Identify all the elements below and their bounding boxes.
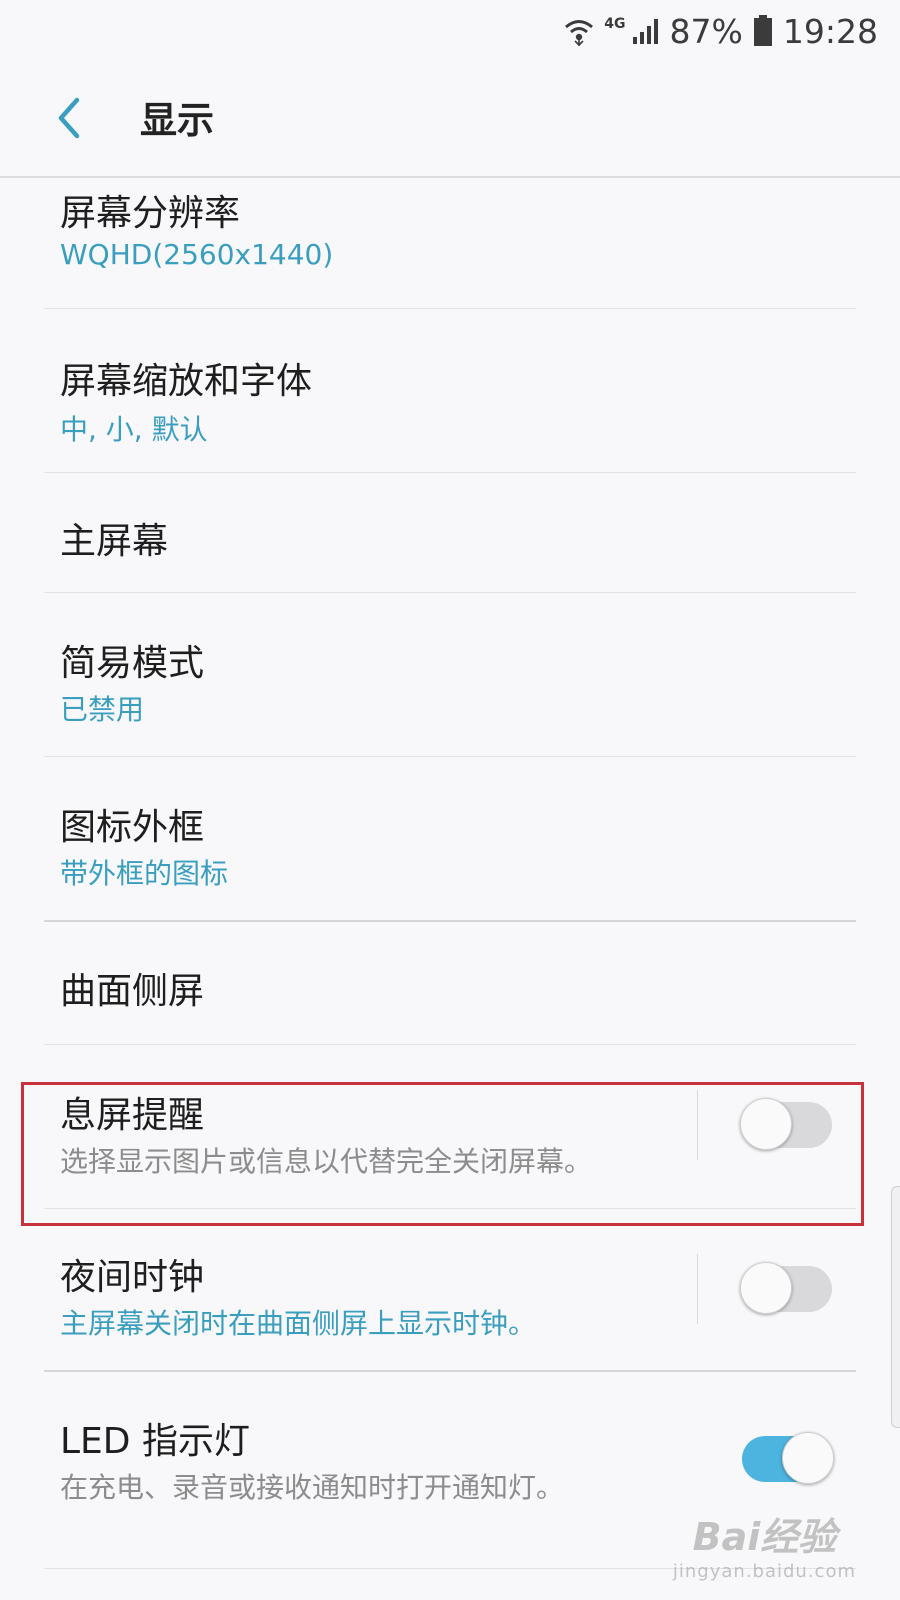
setting-icon-frames[interactable]: 图标外框 带外框的图标 bbox=[44, 758, 856, 920]
app-header: 显示 bbox=[0, 62, 900, 178]
setting-title: 夜间时钟 bbox=[60, 1257, 205, 1298]
setting-title: 曲面侧屏 bbox=[60, 971, 205, 1012]
setting-easy-mode[interactable]: 简易模式 已禁用 bbox=[44, 594, 856, 756]
setting-night-clock[interactable]: 夜间时钟 主屏幕关闭时在曲面侧屏上显示时钟。 bbox=[44, 1210, 856, 1370]
divider bbox=[44, 592, 856, 593]
led-indicator-toggle[interactable] bbox=[742, 1432, 834, 1484]
toggle-knob bbox=[782, 1432, 834, 1484]
wifi-icon bbox=[564, 16, 594, 46]
setting-title: LED 指示灯 bbox=[60, 1421, 250, 1462]
setting-subtitle: 已禁用 bbox=[60, 693, 145, 726]
highlight-box bbox=[21, 1082, 864, 1226]
setting-title: 主屏幕 bbox=[60, 521, 169, 562]
battery-percent: 87% bbox=[669, 11, 743, 51]
setting-screen-resolution[interactable]: 屏幕分辨率 WQHD(2560x1440) bbox=[44, 178, 856, 308]
back-button[interactable] bbox=[46, 94, 94, 142]
setting-home-screen[interactable]: 主屏幕 bbox=[44, 474, 856, 592]
status-time: 19:28 bbox=[782, 11, 878, 51]
setting-subtitle: 带外框的图标 bbox=[60, 857, 229, 890]
watermark-url: jingyan.baidu.com bbox=[672, 1561, 856, 1582]
signal-icon bbox=[632, 17, 660, 45]
baidu-watermark: Bai经验 jingyan.baidu.com bbox=[673, 1506, 856, 1582]
scroll-indicator[interactable] bbox=[891, 1186, 900, 1428]
toggle-knob bbox=[740, 1262, 792, 1314]
setting-title: 屏幕分辨率 bbox=[60, 193, 241, 234]
setting-subtitle: WQHD(2560x1440) bbox=[60, 238, 334, 271]
setting-screen-zoom-font[interactable]: 屏幕缩放和字体 中, 小, 默认 bbox=[44, 310, 856, 472]
setting-subtitle: 主屏幕关闭时在曲面侧屏上显示时钟。 bbox=[60, 1307, 537, 1340]
night-clock-toggle[interactable] bbox=[740, 1262, 832, 1314]
chevron-left-icon bbox=[58, 97, 80, 139]
status-bar-right: 4G 87% 19:28 bbox=[564, 8, 878, 54]
divider bbox=[44, 308, 856, 309]
divider bbox=[44, 756, 856, 757]
setting-title: 图标外框 bbox=[60, 807, 205, 848]
setting-subtitle: 中, 小, 默认 bbox=[60, 413, 208, 446]
setting-subtitle: 在充电、录音或接收通知时打开通知灯。 bbox=[60, 1471, 565, 1504]
status-bar: 4G 87% 19:28 bbox=[0, 0, 900, 62]
battery-icon bbox=[753, 15, 773, 47]
page-title: 显示 bbox=[140, 99, 214, 142]
watermark-brand: Bai经验 bbox=[692, 1515, 837, 1559]
divider bbox=[44, 1044, 856, 1045]
network-type-label: 4G bbox=[604, 16, 626, 32]
setting-title: 简易模式 bbox=[60, 643, 205, 684]
setting-title: 屏幕缩放和字体 bbox=[60, 361, 313, 402]
divider bbox=[44, 472, 856, 473]
toggle-separator bbox=[697, 1254, 698, 1324]
setting-edge-screen[interactable]: 曲面侧屏 bbox=[44, 922, 856, 1044]
